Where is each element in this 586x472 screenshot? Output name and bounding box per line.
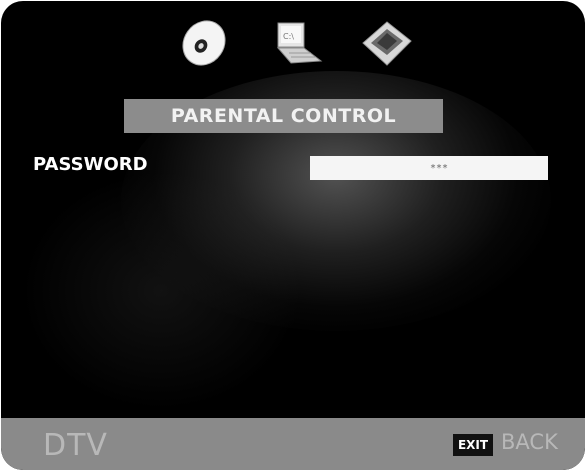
disc-icon[interactable] bbox=[177, 19, 231, 67]
source-label: DTV bbox=[43, 428, 108, 463]
exit-button[interactable]: EXIT bbox=[453, 434, 493, 456]
chip-icon[interactable] bbox=[359, 19, 415, 69]
footer-bar: DTV EXIT BACK bbox=[1, 418, 585, 470]
page-title: PARENTAL CONTROL bbox=[170, 105, 397, 127]
back-label: BACK bbox=[501, 430, 558, 454]
laptop-icon[interactable]: C:\ bbox=[269, 21, 327, 67]
background-glow-secondary bbox=[21, 171, 301, 411]
exit-key-label: EXIT bbox=[457, 438, 489, 452]
svg-text:C:\: C:\ bbox=[283, 32, 294, 41]
password-field[interactable]: *** bbox=[310, 156, 548, 180]
tv-screen: C:\ PARENTAL CONTROL PASSWORD *** DTV EX… bbox=[1, 1, 585, 470]
menu-title-bar: PARENTAL CONTROL bbox=[124, 99, 443, 133]
password-value: *** bbox=[429, 162, 449, 174]
password-label: PASSWORD bbox=[33, 154, 148, 175]
